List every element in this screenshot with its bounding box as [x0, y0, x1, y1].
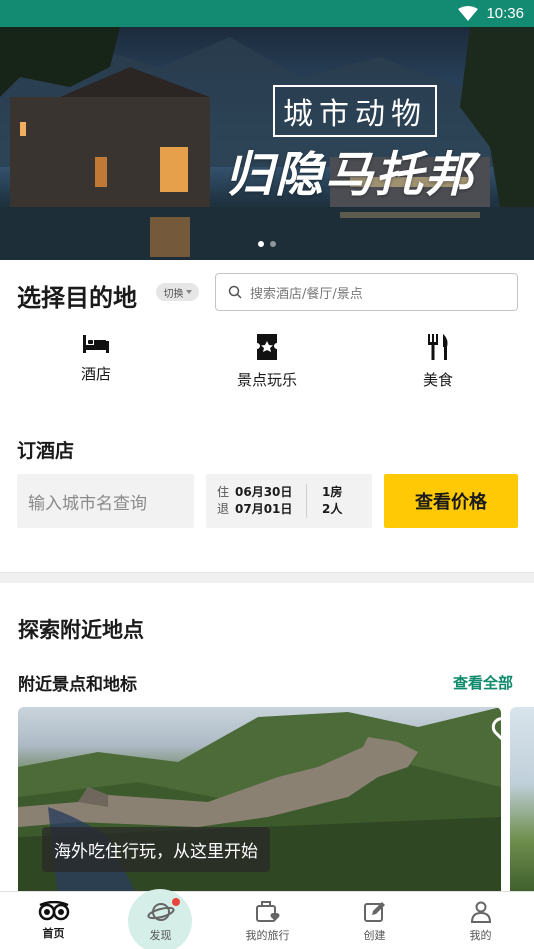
user-icon: [470, 901, 491, 923]
wifi-icon: [458, 5, 479, 21]
planet-icon: [146, 903, 175, 921]
nav-profile[interactable]: 我的: [427, 891, 534, 949]
divider: [306, 484, 307, 518]
destination-title: 选择目的地: [17, 284, 137, 312]
search-placeholder: 搜索酒店/餐厅/景点: [250, 286, 363, 302]
hero-title-small: 城市动物: [273, 85, 437, 137]
nav-create[interactable]: 创建: [321, 891, 428, 949]
nav-my-trips[interactable]: 我的旅行: [214, 891, 321, 949]
nav-home[interactable]: 首页: [0, 891, 107, 949]
category-attractions[interactable]: 景点玩乐: [207, 333, 327, 390]
section-divider: [0, 572, 534, 583]
category-label: 酒店: [80, 365, 111, 383]
attraction-card-next[interactable]: [510, 707, 534, 897]
nearby-section-title: 附近景点和地标: [18, 675, 137, 695]
suitcase-heart-icon: [255, 901, 279, 922]
ticket-icon: [257, 334, 277, 360]
switch-destination-button[interactable]: 切换: [156, 283, 199, 301]
nav-label: 我的旅行: [245, 929, 290, 942]
carousel-indicator: [0, 241, 534, 247]
category-label: 景点玩乐: [236, 371, 297, 389]
nav-label: 我的: [469, 929, 492, 942]
search-input[interactable]: 搜索酒店/餐厅/景点: [215, 273, 518, 311]
hotel-section-title: 订酒店: [17, 440, 75, 462]
status-time: 10:36: [486, 5, 524, 22]
nav-discover[interactable]: 发现: [107, 891, 214, 949]
nav-label: 发现: [149, 929, 172, 942]
fork-knife-icon: [428, 334, 448, 360]
date-guest-selector[interactable]: 住 退 06月30日 07月01日 1房 2人: [206, 474, 372, 528]
search-icon: [228, 285, 242, 299]
carousel-dot-active: [258, 241, 264, 247]
checkout-date: 07月01日: [235, 502, 293, 516]
city-input[interactable]: 输入城市名查询: [17, 474, 194, 528]
bed-icon: [83, 335, 109, 353]
attraction-card[interactable]: 海外吃住行玩，从这里开始: [18, 707, 501, 897]
check-price-button[interactable]: 查看价格: [384, 474, 518, 528]
category-food[interactable]: 美食: [378, 333, 498, 390]
heart-icon: [491, 717, 501, 741]
hero-title-large: 归隐马托邦: [225, 147, 476, 203]
rooms-count: 1房: [322, 485, 343, 499]
city-placeholder: 输入城市名查询: [28, 493, 147, 514]
edit-icon: [363, 902, 385, 922]
checkout-label: 退: [217, 502, 230, 516]
nav-label: 创建: [363, 929, 386, 942]
carousel-dot: [270, 241, 276, 247]
checkin-date: 06月30日: [235, 485, 293, 499]
explore-title: 探索附近地点: [18, 618, 144, 642]
switch-label: 切换: [163, 288, 184, 300]
see-all-link[interactable]: 查看全部: [453, 672, 513, 693]
checkin-label: 住: [217, 485, 230, 499]
owl-icon: [38, 901, 69, 921]
nav-label: 首页: [42, 927, 65, 940]
caret-down-icon: [185, 290, 192, 294]
category-hotel[interactable]: 酒店: [36, 333, 156, 384]
status-bar: 10:36: [0, 0, 534, 27]
guests-count: 2人: [322, 502, 343, 516]
card-caption: 海外吃住行玩，从这里开始: [42, 827, 270, 872]
hero-banner[interactable]: 城市动物 归隐马托邦: [0, 27, 534, 260]
category-label: 美食: [422, 371, 453, 389]
